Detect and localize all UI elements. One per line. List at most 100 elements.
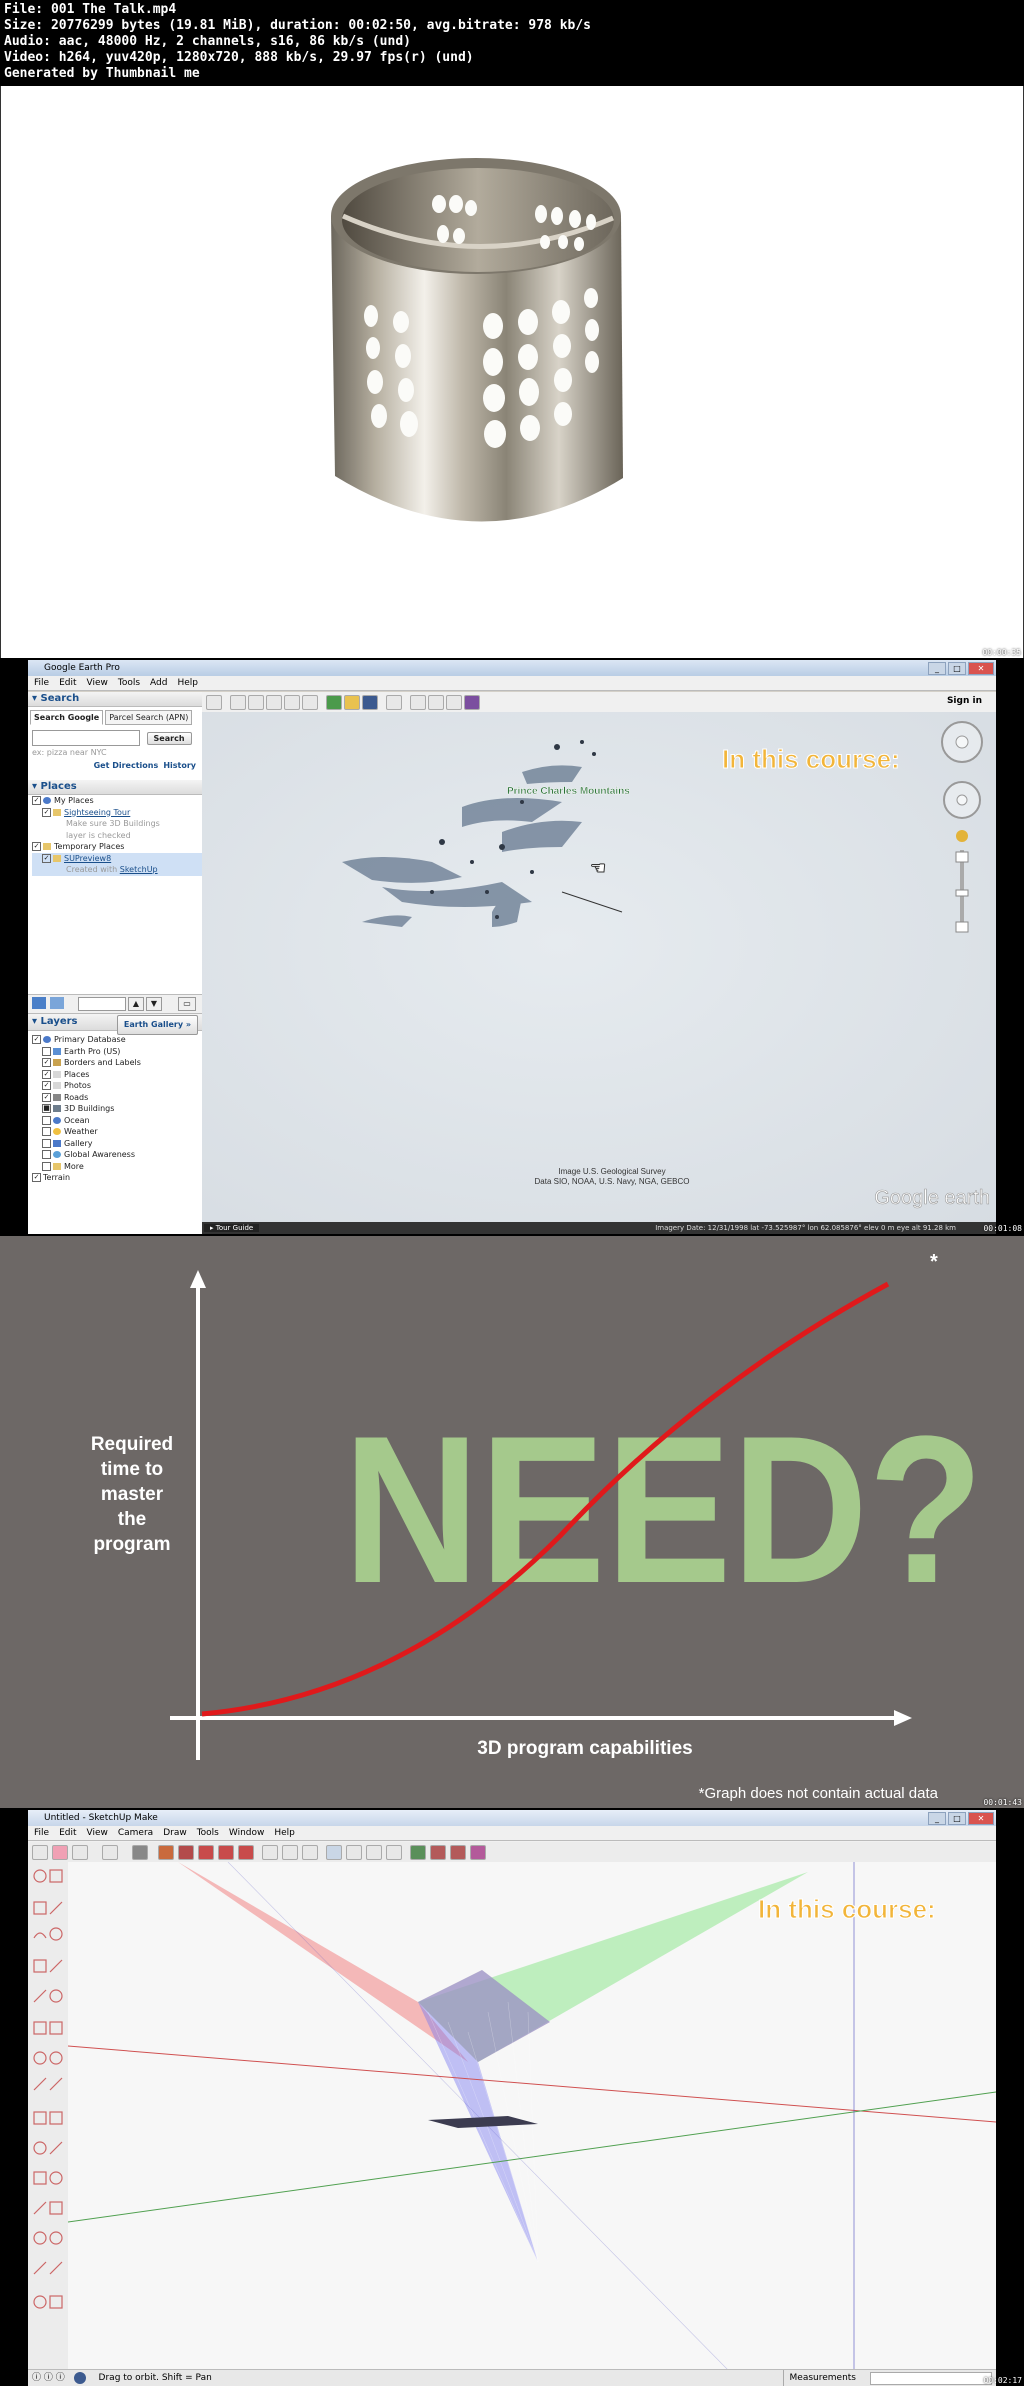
tool-icon[interactable] <box>49 2141 63 2155</box>
temporary-places-item[interactable]: Temporary Places <box>54 842 124 851</box>
layer-item[interactable]: Roads <box>64 1093 88 1102</box>
record-tour-icon[interactable] <box>302 695 318 710</box>
tool-icon[interactable] <box>33 2111 47 2125</box>
shape-tool-icon[interactable] <box>132 1845 148 1860</box>
tab-parcel-search[interactable]: Parcel Search (APN) <box>105 710 193 725</box>
menu-view[interactable]: View <box>87 1826 108 1840</box>
layer-item[interactable]: More <box>64 1162 84 1171</box>
search-input[interactable] <box>32 730 140 746</box>
print-icon[interactable] <box>428 695 444 710</box>
ruler-icon[interactable] <box>386 695 402 710</box>
layers-panel-header[interactable]: ▾ Layers Earth Gallery » <box>28 1014 202 1035</box>
tool-icon[interactable] <box>33 2231 47 2245</box>
folder-menu-icon[interactable]: ▭ <box>178 997 196 1011</box>
menu-draw[interactable]: Draw <box>163 1826 187 1840</box>
zoom-out-button[interactable] <box>955 921 969 933</box>
menu-help[interactable]: Help <box>274 1826 295 1840</box>
tool-icon[interactable] <box>33 2261 47 2275</box>
menu-edit[interactable]: Edit <box>59 1826 76 1840</box>
sunlight-icon[interactable] <box>344 695 360 710</box>
polygon-icon[interactable] <box>248 695 264 710</box>
menu-add[interactable]: Add <box>150 676 167 690</box>
down-arrow-icon[interactable]: ▼ <box>146 997 162 1011</box>
help-icon[interactable]: ⓘ <box>56 2373 65 2383</box>
tool-icon[interactable] <box>49 1901 63 1915</box>
offset-tool-icon[interactable] <box>238 1845 254 1860</box>
overlay-icon[interactable] <box>284 695 300 710</box>
layer-item[interactable]: Borders and Labels <box>64 1058 141 1067</box>
search-panel-header[interactable]: ▾ Search <box>28 692 202 707</box>
up-arrow-icon[interactable]: ▲ <box>128 997 144 1011</box>
eraser-tool-icon[interactable] <box>52 1845 68 1860</box>
tool-icon[interactable] <box>33 1869 47 1883</box>
layer-item[interactable]: Global Awareness <box>64 1150 135 1159</box>
view-in-maps-icon[interactable] <box>464 695 480 710</box>
layer-item[interactable]: Terrain <box>43 1173 70 1182</box>
geo-location-icon[interactable]: ⓘ <box>32 2373 41 2383</box>
menu-file[interactable]: File <box>34 1826 49 1840</box>
supreview-item[interactable]: SUPreview8 <box>64 854 111 863</box>
planets-icon[interactable] <box>362 695 378 710</box>
select-tool-icon[interactable] <box>32 1845 48 1860</box>
tool-icon[interactable] <box>33 1959 47 1973</box>
tool-icon[interactable] <box>49 2051 63 2065</box>
move-tool-icon[interactable] <box>178 1845 194 1860</box>
tool-icon[interactable] <box>49 1989 63 2003</box>
layer-item[interactable]: Primary Database <box>54 1035 126 1044</box>
path-icon[interactable] <box>266 695 282 710</box>
get-directions-link[interactable]: Get Directions <box>94 761 159 770</box>
my-places-item[interactable]: My Places <box>54 796 94 805</box>
sightseeing-tour-link[interactable]: Sightseeing Tour <box>64 808 130 817</box>
close-button[interactable]: ✕ <box>968 1812 994 1825</box>
maximize-button[interactable]: □ <box>948 1812 966 1825</box>
historical-imagery-icon[interactable] <box>326 695 342 710</box>
zoom-tool-icon[interactable] <box>366 1845 382 1860</box>
search-places-icon[interactable] <box>32 997 46 1009</box>
street-view-pegman-icon[interactable] <box>956 830 968 842</box>
credits-icon[interactable]: ⓘ <box>44 2373 53 2383</box>
arc-tool-icon[interactable] <box>102 1845 118 1860</box>
zoom-handle[interactable] <box>955 889 969 897</box>
zoom-extents-icon[interactable] <box>386 1845 402 1860</box>
tour-guide-button[interactable]: ▸ Tour Guide <box>204 1224 260 1232</box>
minimize-button[interactable]: _ <box>928 662 946 675</box>
tab-search-google[interactable]: Search Google <box>30 710 104 725</box>
placemark-icon[interactable] <box>230 695 246 710</box>
3d-map-view[interactable]: ☚ Prince Charles Mountains In this cours… <box>202 712 996 1224</box>
send-to-layout-icon[interactable] <box>470 1845 486 1860</box>
save-image-icon[interactable] <box>446 695 462 710</box>
tool-icon[interactable] <box>33 2201 47 2215</box>
email-icon[interactable] <box>410 695 426 710</box>
layer-item[interactable]: Ocean <box>64 1116 90 1125</box>
sign-in-link[interactable]: Sign in <box>947 696 982 706</box>
layer-item[interactable]: Weather <box>64 1127 98 1136</box>
share-model-icon[interactable] <box>430 1845 446 1860</box>
menu-edit[interactable]: Edit <box>59 676 76 690</box>
tool-icon[interactable] <box>49 2261 63 2275</box>
zoom-in-button[interactable] <box>955 851 969 863</box>
tool-icon[interactable] <box>49 2111 63 2125</box>
tool-icon[interactable] <box>33 2295 47 2309</box>
menu-help[interactable]: Help <box>177 676 198 690</box>
tool-icon[interactable] <box>33 2021 47 2035</box>
warehouse-icon[interactable] <box>410 1845 426 1860</box>
tool-icon[interactable] <box>33 2141 47 2155</box>
tool-icon[interactable] <box>49 2021 63 2035</box>
tape-measure-icon[interactable] <box>262 1845 278 1860</box>
push-pull-icon[interactable] <box>158 1845 174 1860</box>
earth-gallery-button[interactable]: Earth Gallery » <box>116 1015 198 1035</box>
tool-icon[interactable] <box>33 1901 47 1915</box>
list-view-icon[interactable] <box>50 997 64 1009</box>
extension-warehouse-icon[interactable] <box>450 1845 466 1860</box>
menu-file[interactable]: File <box>34 676 49 690</box>
tool-icon[interactable] <box>49 1869 63 1883</box>
orbit-tool-icon[interactable] <box>326 1845 342 1860</box>
history-link[interactable]: History <box>163 761 196 770</box>
places-filter-input[interactable] <box>78 997 126 1011</box>
scale-tool-icon[interactable] <box>218 1845 234 1860</box>
paint-bucket-icon[interactable] <box>302 1845 318 1860</box>
line-tool-icon[interactable] <box>72 1845 88 1860</box>
tool-icon[interactable] <box>33 2051 47 2065</box>
search-button[interactable]: Search <box>146 731 192 745</box>
tool-icon[interactable] <box>49 2295 63 2309</box>
